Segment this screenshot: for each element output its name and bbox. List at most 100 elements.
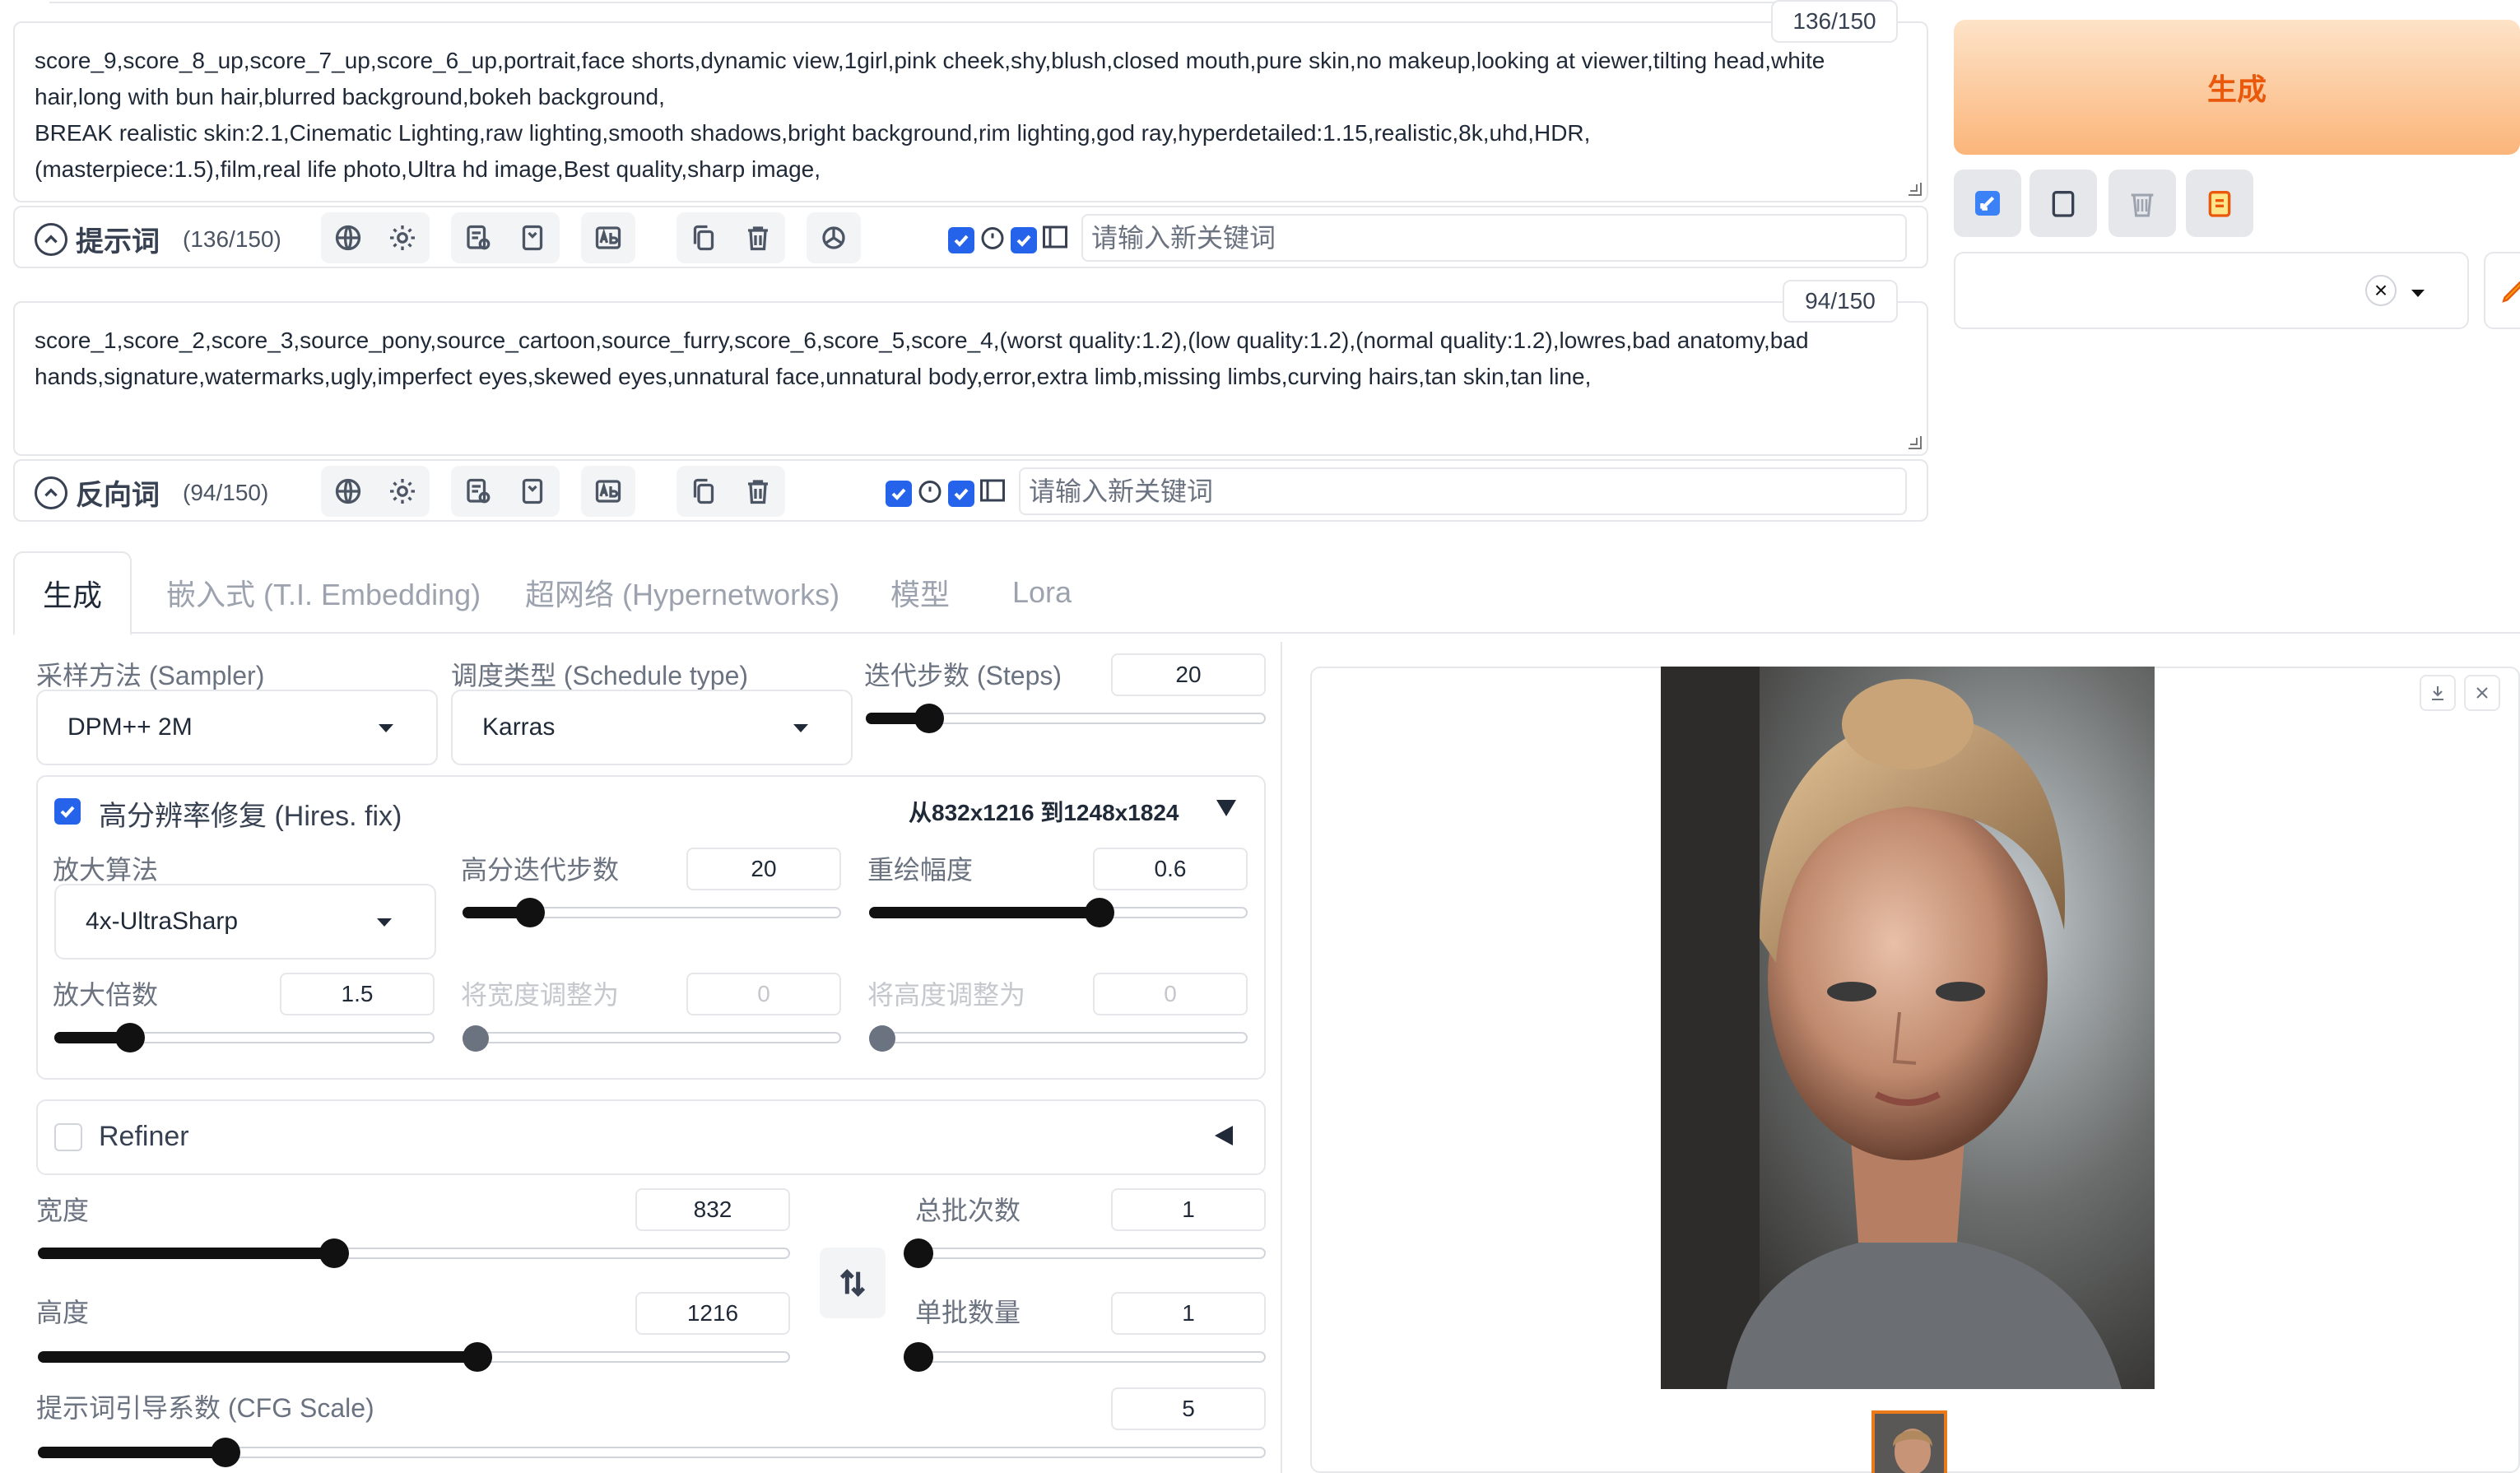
resize-grip-icon[interactable] xyxy=(1909,183,1922,196)
tab-hypernetworks[interactable]: 超网络 (Hypernetworks) xyxy=(525,551,839,634)
denoise-label: 重绘幅度 xyxy=(867,855,974,885)
history-list-icon[interactable] xyxy=(451,212,505,263)
ab-translate-icon[interactable] xyxy=(581,212,635,263)
bookmark-icon[interactable] xyxy=(505,466,560,517)
apply-style-button[interactable] xyxy=(1954,170,2021,237)
paste-style-button[interactable] xyxy=(2186,170,2253,237)
text-cursor-icon[interactable] xyxy=(978,476,1007,511)
chevron-down-icon xyxy=(379,724,393,732)
generated-image[interactable] xyxy=(1661,667,2155,1389)
prompt-text[interactable]: score_9,score_8_up,score_7_up,score_6_up… xyxy=(35,43,1907,188)
prompt-tool-group-1 xyxy=(321,212,430,263)
prompt-textarea[interactable]: score_9,score_8_up,score_7_up,score_6_up… xyxy=(13,21,1928,202)
copy-icon[interactable] xyxy=(676,466,731,517)
translate-globe-icon[interactable] xyxy=(321,212,375,263)
clear-style-icon[interactable]: × xyxy=(2365,275,2397,306)
edit-style-button[interactable] xyxy=(2484,252,2520,329)
trash-icon[interactable] xyxy=(731,212,785,263)
scale-input[interactable]: 1.5 xyxy=(280,973,435,1015)
hires-checkbox[interactable] xyxy=(54,798,81,825)
portrait-image-icon xyxy=(1661,667,2155,1389)
translate-globe-icon[interactable] xyxy=(321,466,375,517)
batch-count-input[interactable]: 1 xyxy=(1111,1188,1266,1231)
ab-translate-icon[interactable] xyxy=(581,466,635,517)
expand-arrow-icon[interactable] xyxy=(1215,1126,1233,1145)
steps-input[interactable]: 20 xyxy=(1111,653,1266,696)
refiner-checkbox[interactable] xyxy=(54,1123,82,1151)
delete-style-button[interactable] xyxy=(2109,170,2176,237)
negative-collapse-toggle[interactable]: 反向词 (94/150) xyxy=(35,472,268,513)
denoise-input[interactable]: 0.6 xyxy=(1093,848,1248,890)
resize-height-slider-handle[interactable] xyxy=(869,1025,895,1052)
generate-button[interactable]: 生成 xyxy=(1954,20,2520,155)
openai-icon[interactable] xyxy=(807,212,861,263)
batch-count-slider-handle[interactable] xyxy=(904,1238,933,1268)
height-slider-handle[interactable] xyxy=(463,1342,492,1372)
scale-slider-track[interactable] xyxy=(54,1032,435,1043)
batch-size-input[interactable]: 1 xyxy=(1111,1292,1266,1335)
schedule-dropdown[interactable]: Karras xyxy=(451,690,853,765)
history-list-icon[interactable] xyxy=(451,466,505,517)
denoise-slider-handle[interactable] xyxy=(1085,898,1114,927)
tab-embedding[interactable]: 嵌入式 (T.I. Embedding) xyxy=(166,551,481,634)
sampler-dropdown[interactable]: DPM++ 2M xyxy=(36,690,438,765)
resize-height-input[interactable]: 0 xyxy=(1093,973,1248,1015)
resize-height-slider-track[interactable] xyxy=(869,1032,1248,1043)
width-slider-track[interactable] xyxy=(38,1248,790,1259)
copy-icon[interactable] xyxy=(676,212,731,263)
negative-prompt-textarea[interactable]: score_1,score_2,score_3,source_pony,sour… xyxy=(13,301,1928,456)
gallery-thumbnail[interactable] xyxy=(1871,1410,1947,1473)
negative-new-keyword-input[interactable]: 请输入新关键词 xyxy=(1019,467,1907,515)
refiner-panel[interactable] xyxy=(36,1099,1266,1175)
hires-steps-input[interactable]: 20 xyxy=(686,848,841,890)
hires-summary: 从832x1216 到1248x1824 xyxy=(909,800,1179,825)
batch-size-slider-handle[interactable] xyxy=(904,1342,933,1372)
settings-gear-icon[interactable] xyxy=(375,466,430,517)
tab-lora[interactable]: Lora xyxy=(1012,551,1072,634)
cfg-input[interactable]: 5 xyxy=(1111,1387,1266,1430)
batch-count-slider-track[interactable] xyxy=(915,1248,1266,1259)
steps-slider-handle[interactable] xyxy=(914,704,944,733)
resize-height-label: 将高度调整为 xyxy=(867,980,1026,1010)
download-icon[interactable] xyxy=(2420,675,2456,711)
timer-icon[interactable] xyxy=(915,476,945,511)
text-cursor-icon[interactable] xyxy=(1040,222,1070,258)
upscaler-dropdown[interactable]: 4x-UltraSharp xyxy=(54,884,436,960)
clipboard-button[interactable] xyxy=(2029,170,2097,237)
checkbox-icon[interactable] xyxy=(886,480,912,507)
height-input[interactable]: 1216 xyxy=(635,1292,790,1335)
resize-width-input[interactable]: 0 xyxy=(686,973,841,1015)
width-input[interactable]: 832 xyxy=(635,1188,790,1231)
swap-dimensions-button[interactable] xyxy=(820,1248,886,1318)
collapse-arrow-icon[interactable] xyxy=(1216,800,1236,816)
resize-grip-icon[interactable] xyxy=(1909,436,1922,449)
tab-generate[interactable]: 生成 xyxy=(13,551,133,635)
prompt-new-keyword-input[interactable]: 请输入新关键词 xyxy=(1081,214,1907,262)
cfg-slider-handle[interactable] xyxy=(211,1438,240,1467)
height-slider-fill xyxy=(38,1351,477,1363)
trash-icon[interactable] xyxy=(731,466,785,517)
prompt-collapse-toggle[interactable]: 提示词 (136/150) xyxy=(35,219,281,259)
negative-prompt-text[interactable]: score_1,score_2,score_3,source_pony,sour… xyxy=(35,323,1907,395)
tab-models[interactable]: 模型 xyxy=(890,551,950,634)
hires-steps-slider-handle[interactable] xyxy=(515,898,545,927)
settings-gear-icon[interactable] xyxy=(375,212,430,263)
batch-size-slider-track[interactable] xyxy=(915,1351,1266,1363)
resize-width-slider-handle[interactable] xyxy=(463,1025,489,1052)
bookmark-icon[interactable] xyxy=(505,212,560,263)
negative-toolbar: 反向词 (94/150) 请输入新关键词 xyxy=(13,459,1928,522)
timer-icon[interactable] xyxy=(978,222,1007,258)
checkbox-icon[interactable] xyxy=(948,480,974,507)
close-icon[interactable] xyxy=(2464,675,2500,711)
chevron-down-icon[interactable] xyxy=(2411,290,2425,297)
checkbox-icon[interactable] xyxy=(1011,226,1037,253)
prompt-toolbar: 提示词 (136/150) 请输入新关键词 xyxy=(13,206,1928,268)
resize-width-slider-track[interactable] xyxy=(463,1032,841,1043)
checkbox-icon[interactable] xyxy=(948,226,974,253)
scale-slider-handle[interactable] xyxy=(115,1023,145,1052)
style-select[interactable]: × xyxy=(1954,252,2469,329)
denoise-slider-track[interactable] xyxy=(869,907,1248,918)
width-slider-handle[interactable] xyxy=(319,1238,349,1268)
sampler-value: DPM++ 2M xyxy=(67,713,193,741)
height-slider-track[interactable] xyxy=(38,1351,790,1363)
